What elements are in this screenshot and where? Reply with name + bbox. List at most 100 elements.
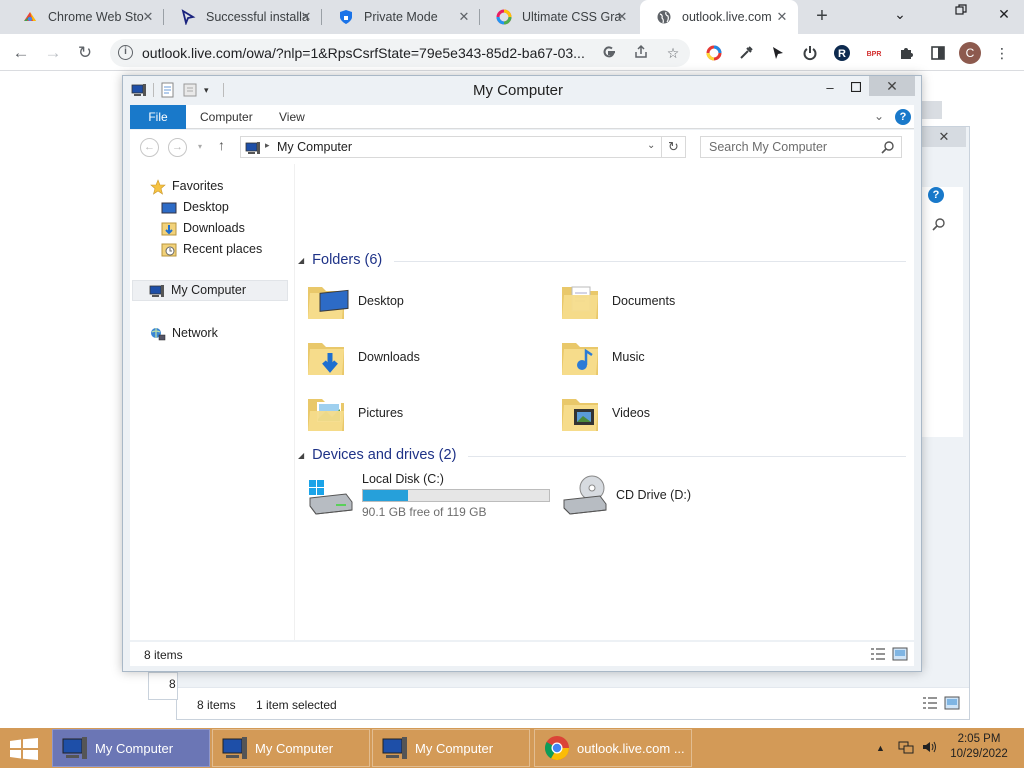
taskbar-label: My Computer bbox=[415, 740, 494, 756]
close-tab-icon[interactable]: ✕ bbox=[456, 9, 472, 25]
nav-my-computer[interactable]: My Computer bbox=[132, 280, 288, 301]
new-tab-button[interactable]: + bbox=[810, 5, 834, 29]
details-view-icon[interactable] bbox=[870, 647, 886, 661]
back-arrow-icon[interactable]: ← bbox=[8, 40, 34, 66]
close-window-icon[interactable]: ✕ bbox=[982, 0, 1024, 30]
nav-downloads[interactable]: Downloads bbox=[161, 218, 245, 239]
computer-icon bbox=[149, 283, 165, 299]
recent-places-icon bbox=[161, 242, 177, 258]
close-tab-icon[interactable]: ✕ bbox=[140, 9, 156, 25]
folder-tile-documents[interactable]: Documents bbox=[558, 277, 675, 325]
browser-toolbar: ← → ↻ i outlook.live.com/owa/?nlp=1&RpsC… bbox=[0, 34, 1024, 71]
address-dropdown-icon[interactable]: ⌄ bbox=[647, 140, 655, 151]
drive-free-space: 90.1 GB free of 119 GB bbox=[362, 505, 487, 519]
help-icon: ? bbox=[928, 187, 944, 203]
folder-name: Videos bbox=[612, 406, 650, 420]
tab-view[interactable]: View bbox=[279, 105, 305, 129]
address-box[interactable]: ▸ My Computer ⌄ bbox=[240, 136, 662, 158]
tab-successful-install[interactable]: Successful installa ✕ bbox=[164, 0, 322, 34]
color-ring-icon[interactable] bbox=[704, 43, 724, 63]
eyedropper-icon[interactable] bbox=[736, 43, 756, 63]
share-icon[interactable] bbox=[632, 44, 650, 62]
cursor-arrow-icon bbox=[180, 9, 196, 25]
svg-text:BPR: BPR bbox=[867, 51, 882, 58]
address-bar[interactable]: i outlook.live.com/owa/?nlp=1&RpsCsrfSta… bbox=[110, 39, 690, 67]
more-vert-icon[interactable]: ⋮ bbox=[992, 43, 1012, 63]
close-tab-icon[interactable]: ✕ bbox=[774, 9, 790, 25]
shield-icon bbox=[338, 9, 354, 25]
drive-cd-d[interactable]: CD Drive (D:) bbox=[558, 470, 758, 522]
folder-tile-videos[interactable]: Videos bbox=[558, 389, 650, 437]
nav-network[interactable]: Network bbox=[150, 323, 218, 344]
windows-start-icon[interactable] bbox=[10, 738, 38, 760]
network-tray-icon[interactable] bbox=[898, 740, 914, 757]
volume-icon[interactable] bbox=[922, 740, 938, 757]
reload-icon[interactable]: ↻ bbox=[72, 40, 98, 66]
tab-outlook[interactable]: outlook.live.com ✕ bbox=[640, 0, 798, 34]
puzzle-icon[interactable] bbox=[896, 43, 916, 63]
search-icon[interactable] bbox=[881, 140, 895, 154]
close-icon[interactable]: ✕ bbox=[869, 76, 915, 96]
search-box[interactable] bbox=[700, 136, 902, 158]
refresh-icon[interactable]: ↻ bbox=[662, 136, 686, 158]
tab-chrome-web-store[interactable]: Chrome Web Sto ✕ bbox=[6, 0, 164, 34]
google-icon[interactable] bbox=[600, 44, 618, 62]
nav-label: Favorites bbox=[172, 179, 224, 193]
maximize-icon[interactable] bbox=[843, 78, 869, 98]
tab-computer[interactable]: Computer bbox=[200, 105, 253, 129]
drive-local-disk-c[interactable]: Local Disk (C:) 90.1 GB free of 119 GB bbox=[304, 470, 554, 522]
minimize-icon[interactable]: ‒ bbox=[817, 78, 843, 98]
breadcrumb-separator-icon[interactable]: ▸ bbox=[265, 140, 270, 151]
nav-recent-places[interactable]: Recent places bbox=[161, 239, 262, 260]
tab-search-chevron-icon[interactable]: ⌄ bbox=[878, 0, 922, 30]
recent-locations-chevron-icon[interactable]: ▾ bbox=[198, 142, 202, 151]
taskbar-button-my-computer-1[interactable]: My Computer bbox=[52, 729, 210, 767]
search-icon bbox=[932, 217, 946, 231]
pane-splitter[interactable] bbox=[294, 164, 295, 640]
search-input[interactable] bbox=[701, 137, 871, 157]
back-icon[interactable]: ← bbox=[140, 138, 159, 157]
status-item-count: 8 items bbox=[144, 648, 183, 662]
close-tab-icon[interactable]: ✕ bbox=[614, 9, 630, 25]
folders-group-header[interactable]: ◢ Folders (6) bbox=[298, 252, 908, 268]
folder-tile-desktop[interactable]: Desktop bbox=[304, 277, 404, 325]
up-arrow-icon[interactable]: ↑ bbox=[218, 137, 225, 153]
folder-tile-music[interactable]: Music bbox=[558, 333, 645, 381]
folder-tile-downloads[interactable]: Downloads bbox=[304, 333, 420, 381]
sidepanel-icon[interactable] bbox=[928, 43, 948, 63]
taskbar-button-my-computer-2[interactable]: My Computer bbox=[212, 729, 370, 767]
chrome-web-store-icon bbox=[22, 9, 38, 25]
breadcrumb[interactable]: My Computer bbox=[277, 140, 352, 154]
forward-arrow-icon[interactable]: → bbox=[40, 40, 66, 66]
collapse-triangle-icon[interactable]: ◢ bbox=[298, 256, 304, 265]
help-icon[interactable]: ? bbox=[895, 109, 911, 125]
system-clock[interactable]: 2:05 PM 10/29/2022 bbox=[944, 732, 1014, 762]
site-info-icon[interactable]: i bbox=[118, 45, 133, 60]
bpr-icon[interactable]: BPR bbox=[864, 43, 884, 63]
power-icon[interactable] bbox=[800, 43, 820, 63]
collapse-triangle-icon[interactable]: ◢ bbox=[298, 451, 304, 460]
tab-file[interactable]: File bbox=[130, 105, 186, 129]
window-title-bar[interactable]: ▾ My Computer ‒ ✕ bbox=[123, 76, 921, 104]
desktop-folder-icon bbox=[304, 277, 352, 325]
devices-group-header[interactable]: ◢ Devices and drives (2) bbox=[298, 447, 908, 463]
star-icon[interactable]: ☆ bbox=[664, 44, 682, 62]
forward-icon[interactable]: → bbox=[168, 138, 187, 157]
r-logo-icon[interactable]: R bbox=[832, 43, 852, 63]
disk-usage-bar bbox=[362, 489, 550, 502]
close-tab-icon[interactable]: ✕ bbox=[298, 9, 314, 25]
profile-avatar[interactable]: C bbox=[959, 42, 981, 64]
background-window-pane: ? bbox=[921, 187, 963, 437]
folder-tile-pictures[interactable]: Pictures bbox=[304, 389, 403, 437]
taskbar-button-my-computer-3[interactable]: My Computer bbox=[372, 729, 530, 767]
tab-private-mode[interactable]: Private Mode ✕ bbox=[322, 0, 480, 34]
tiles-view-icon[interactable] bbox=[892, 647, 908, 661]
show-hidden-icons-icon[interactable]: ▲ bbox=[876, 743, 885, 753]
tab-ultimate-css-gradient[interactable]: Ultimate CSS Gra ✕ bbox=[480, 0, 638, 34]
taskbar-button-outlook[interactable]: outlook.live.com ... bbox=[534, 729, 692, 767]
nav-favorites[interactable]: Favorites bbox=[150, 176, 223, 197]
nav-desktop[interactable]: Desktop bbox=[161, 197, 229, 218]
expand-ribbon-chevron-icon[interactable]: ⌄ bbox=[874, 109, 884, 123]
restore-window-icon[interactable] bbox=[939, 4, 983, 34]
cursor-icon[interactable] bbox=[768, 43, 788, 63]
